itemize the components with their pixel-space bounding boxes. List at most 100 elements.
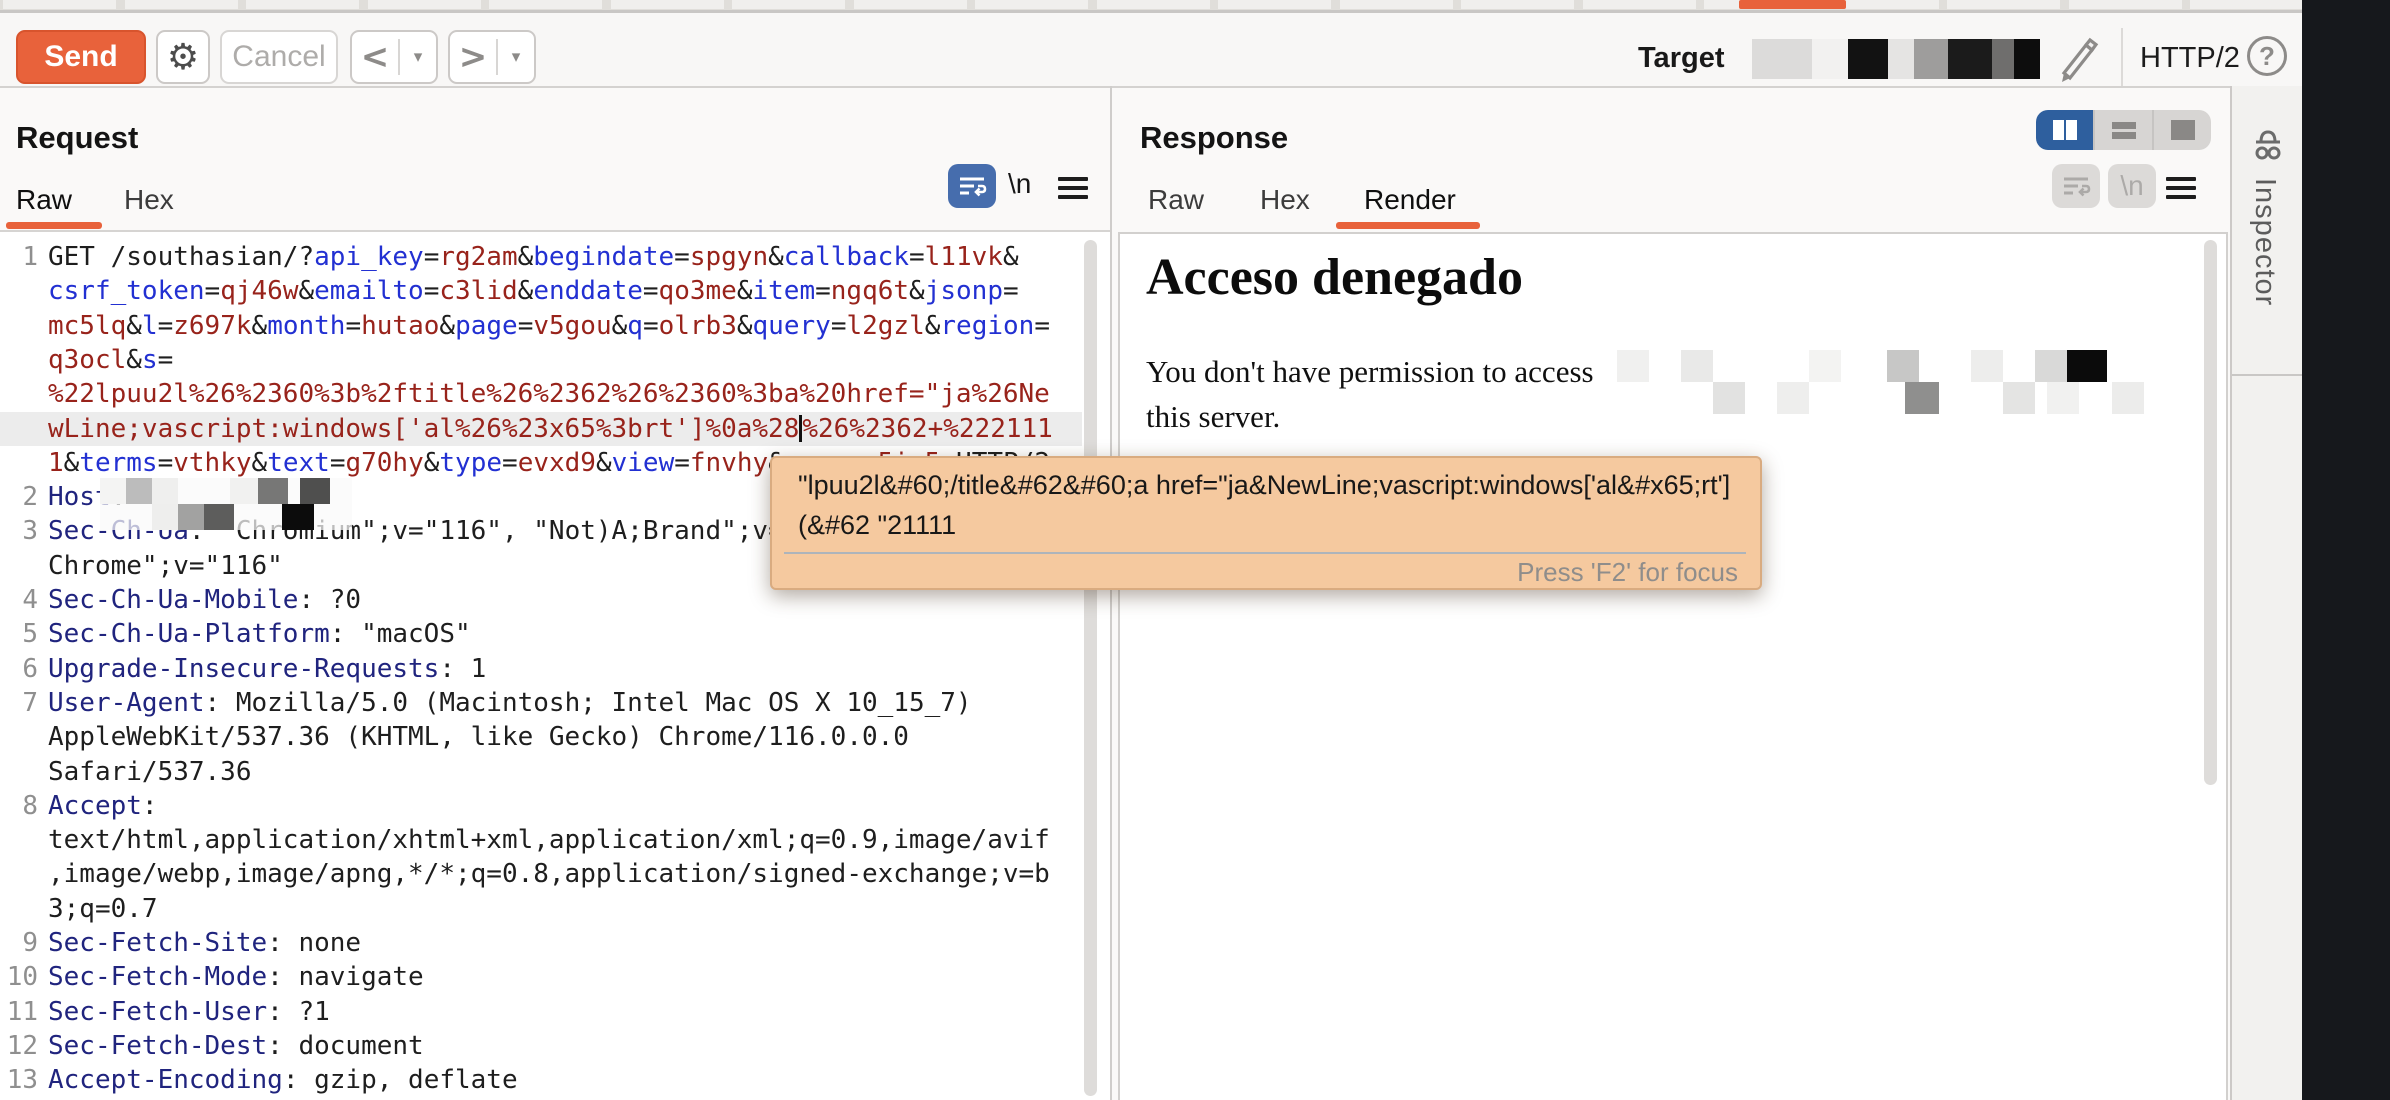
repeater-tab[interactable]: [1583, 0, 1696, 9]
rows-layout-icon[interactable]: [2093, 110, 2152, 150]
forward-button[interactable]: > ▾: [448, 30, 536, 84]
request-line[interactable]: 3;q=0.7: [0, 892, 1082, 926]
line-number: 1: [0, 240, 38, 274]
request-line[interactable]: AppleWebKit/537.36 (KHTML, like Gecko) C…: [0, 720, 1082, 754]
back-button[interactable]: < ▾: [350, 30, 438, 84]
repeater-tab[interactable]: [246, 0, 359, 9]
request-menu-icon[interactable]: [1058, 172, 1088, 204]
request-line[interactable]: 9Sec-Fetch-Site: none: [0, 926, 1082, 960]
cancel-button[interactable]: Cancel: [220, 30, 338, 84]
line-number: 5: [0, 617, 38, 651]
repeater-tab[interactable]: [732, 0, 845, 9]
nonprinting-chars-toggle-icon[interactable]: \n: [1008, 168, 1031, 200]
rendered-page-text-line1: You don't have permission to access: [1146, 354, 1594, 390]
request-line[interactable]: 8Accept:: [0, 789, 1082, 823]
tooltip-focus-hint: Press 'F2' for focus: [1517, 557, 1738, 588]
request-line[interactable]: ,image/webp,image/apng,*/*;q=0.8,applica…: [0, 857, 1082, 891]
repeater-tab[interactable]: [611, 0, 724, 9]
target-host-redaction: [1752, 39, 2040, 79]
repeater-tab[interactable]: [2069, 0, 2182, 9]
response-scrollbar[interactable]: [2204, 240, 2217, 785]
toolbar: Send ⚙ Cancel < ▾ > ▾ Target: [0, 13, 2302, 88]
columns-layout-icon[interactable]: [2036, 110, 2093, 150]
tooltip-decoded-value-line1: "lpuu2l&#60;/title&#62&#60;a href="ja&Ne…: [798, 470, 1730, 501]
forward-dropdown-icon[interactable]: ▾: [498, 47, 534, 67]
request-tab-raw[interactable]: Raw: [16, 184, 72, 216]
repeater-tab[interactable]: [1340, 0, 1453, 9]
repeater-tab[interactable]: [1947, 0, 2060, 9]
value-preview-tooltip: "lpuu2l&#60;/title&#62&#60;a href="ja&Ne…: [770, 456, 1762, 590]
repeater-tab[interactable]: [3, 0, 116, 9]
request-panel-title: Request: [16, 120, 138, 156]
rendered-page-text-line2: this server.: [1146, 399, 1280, 435]
selected-repeater-tab[interactable]: [1739, 0, 1846, 9]
response-render-view[interactable]: Acceso denegado You don't have permissio…: [1118, 232, 2228, 1100]
inspector-label: Inspector: [2248, 178, 2281, 306]
line-number: 3: [0, 514, 38, 548]
request-line[interactable]: Safari/537.36: [0, 755, 1082, 789]
target-label: Target: [1638, 42, 1724, 75]
request-line[interactable]: 10Sec-Fetch-Mode: navigate: [0, 960, 1082, 994]
request-line[interactable]: 1GET /southasian/?api_key=rg2am&begindat…: [0, 240, 1082, 274]
request-selected-tab-underline: [6, 222, 102, 229]
response-selected-tab-underline: [1336, 222, 1480, 229]
request-line[interactable]: wLine;vascript:windows['al%26%23x65%3brt…: [0, 412, 1082, 446]
word-wrap-toggle-icon[interactable]: [948, 164, 996, 208]
rendered-page-heading: Acceso denegado: [1146, 248, 1523, 307]
line-number: 12: [0, 1029, 38, 1063]
request-line[interactable]: 11Sec-Fetch-User: ?1: [0, 995, 1082, 1029]
response-tab-hex[interactable]: Hex: [1260, 184, 1310, 216]
line-number: 2: [0, 480, 38, 514]
toolbar-divider: [2121, 28, 2123, 86]
request-line[interactable]: mc5lq&l=z697k&month=hutao&page=v5gou&q=o…: [0, 309, 1082, 343]
response-menu-icon[interactable]: [2166, 172, 2196, 204]
request-host-redaction: [100, 478, 352, 530]
inspector-collapsed-panel[interactable]: Inspector: [2230, 86, 2302, 1100]
single-layout-icon[interactable]: [2152, 110, 2211, 150]
help-icon[interactable]: ?: [2247, 36, 2287, 76]
request-line[interactable]: 13Accept-Encoding: gzip, deflate: [0, 1063, 1082, 1097]
response-tab-render[interactable]: Render: [1364, 184, 1456, 216]
repeater-tab[interactable]: [125, 0, 238, 9]
send-button[interactable]: Send: [16, 30, 146, 84]
gear-icon[interactable]: ⚙: [156, 30, 210, 84]
request-scrollbar[interactable]: [1084, 240, 1097, 1096]
line-number: 11: [0, 995, 38, 1029]
chevron-left-icon: <: [352, 37, 398, 77]
request-line[interactable]: 12Sec-Fetch-Dest: document: [0, 1029, 1082, 1063]
response-url-redaction: [1617, 350, 2147, 414]
request-line[interactable]: text/html,application/xhtml+xml,applicat…: [0, 823, 1082, 857]
repeater-tab[interactable]: [975, 0, 1088, 9]
response-nonprinting-chars-toggle-icon[interactable]: \n: [2108, 164, 2156, 208]
response-panel-title: Response: [1140, 120, 1288, 156]
repeater-tab[interactable]: [854, 0, 967, 9]
request-line[interactable]: %22lpuu2l%26%2360%3b%2ftitle%26%2362%26%…: [0, 377, 1082, 411]
repeater-tab[interactable]: [2190, 0, 2303, 9]
request-line[interactable]: q3ocl&s=: [0, 343, 1082, 377]
repeater-tab[interactable]: [1461, 0, 1574, 9]
line-number: 13: [0, 1063, 38, 1097]
line-number: 10: [0, 960, 38, 994]
request-editor[interactable]: 1GET /southasian/?api_key=rg2am&begindat…: [0, 230, 1110, 1100]
edit-target-pencil-icon[interactable]: [2052, 33, 2100, 85]
tooltip-decoded-value-line2: (&#62 "21111: [798, 510, 956, 541]
request-line[interactable]: 7User-Agent: Mozilla/5.0 (Macintosh; Int…: [0, 686, 1082, 720]
request-line[interactable]: 5Sec-Ch-Ua-Platform: "macOS": [0, 617, 1082, 651]
repeater-tab[interactable]: [1218, 0, 1331, 9]
line-number: 4: [0, 583, 38, 617]
screen-dark-edge: [2302, 0, 2390, 1100]
back-dropdown-icon[interactable]: ▾: [400, 47, 436, 67]
request-line[interactable]: csrf_token=qj46w&emailto=c3lid&enddate=q…: [0, 274, 1082, 308]
burp-repeater-window: Send ⚙ Cancel < ▾ > ▾ Target: [0, 0, 2390, 1100]
line-number: 8: [0, 789, 38, 823]
response-tab-raw[interactable]: Raw: [1148, 184, 1204, 216]
request-line[interactable]: 6Upgrade-Insecure-Requests: 1: [0, 652, 1082, 686]
inspector-icon: [2246, 124, 2290, 171]
repeater-tab[interactable]: [1097, 0, 1210, 9]
line-number: 6: [0, 652, 38, 686]
request-tab-hex[interactable]: Hex: [124, 184, 174, 216]
response-word-wrap-toggle-icon[interactable]: [2052, 164, 2100, 208]
repeater-tab[interactable]: [489, 0, 602, 9]
repeater-tab[interactable]: [368, 0, 481, 9]
panel-divider[interactable]: [1110, 86, 1112, 1100]
